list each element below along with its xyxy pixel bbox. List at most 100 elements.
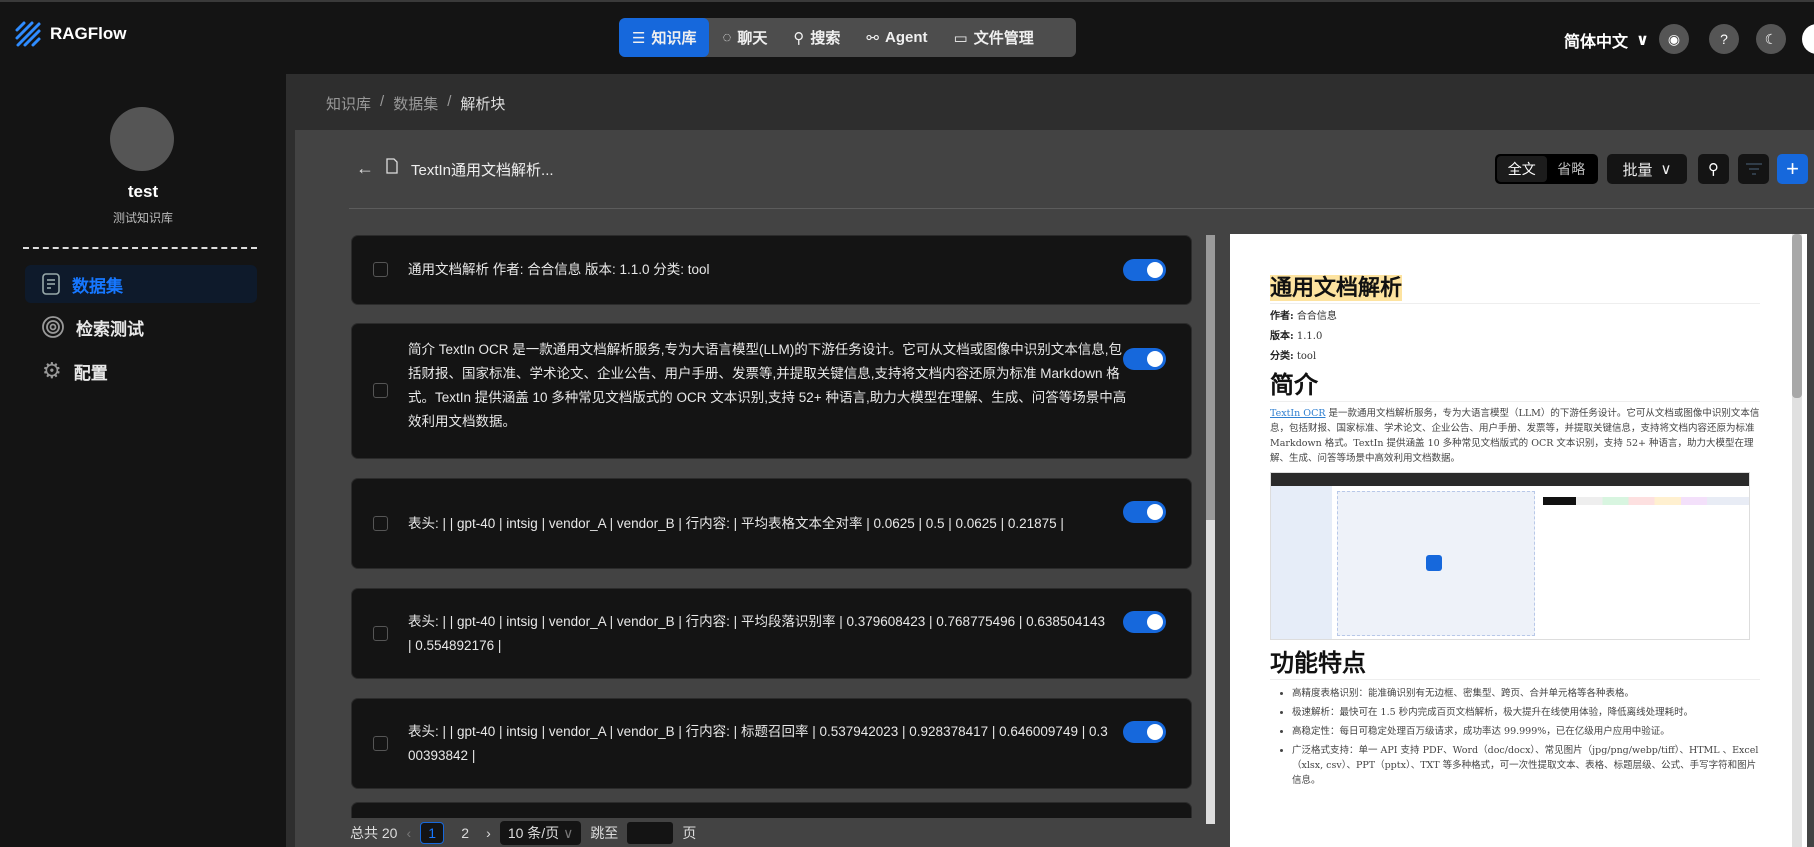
chunk-enable-toggle[interactable] — [1123, 259, 1166, 281]
category-label: 分类: — [1270, 351, 1294, 362]
pdf-file-icon — [386, 158, 398, 174]
add-chunk-button[interactable]: + — [1777, 154, 1808, 184]
batch-dropdown[interactable]: 批量 ∨ — [1607, 154, 1687, 184]
chunk-checkbox[interactable] — [373, 515, 388, 531]
total-count: 总共 20 — [350, 825, 398, 841]
nav-label: 聊天 — [737, 30, 768, 47]
feature-item: 高精度表格识别：能准确识别有无边框、密集型、跨页、合并单元格等各种表格。 — [1292, 686, 1760, 701]
divider — [349, 208, 1814, 209]
chat-icon: ◌ — [722, 29, 732, 46]
preview-title: 通用文档解析 — [1270, 274, 1760, 304]
chevron-down-icon: ∨ — [1636, 32, 1650, 49]
full-text-option[interactable]: 全文 — [1497, 156, 1547, 182]
feature-item: 广泛格式支持：单一 API 支持 PDF、Word（doc/docx）、常见图片… — [1292, 743, 1760, 788]
divider — [23, 247, 257, 249]
sidebar-item-dataset[interactable]: 数据集 — [25, 265, 257, 303]
chunk-enable-toggle[interactable] — [1123, 721, 1166, 743]
database-icon: ☰ — [632, 29, 646, 47]
logo[interactable]: RAGFlow — [14, 20, 127, 48]
sidebar: test 测试知识库 数据集 检索测试 ⚙ 配置 — [0, 74, 286, 847]
chevron-down-icon: ∨ — [1660, 161, 1672, 178]
chunk-card[interactable]: 表头: | | gpt-40 | intsig | vendor_A | ven… — [351, 588, 1192, 679]
chunk-text: 简介 TextIn OCR 是一款通用文档解析服务,专为大语言模型(LLM)的下… — [408, 342, 1127, 429]
chunk-enable-toggle[interactable] — [1123, 611, 1166, 633]
category-value: tool — [1296, 351, 1317, 362]
chunk-card[interactable]: 通用文档解析 作者: 合合信息 版本: 1.1.0 分类: tool — [351, 235, 1192, 305]
chunk-enable-toggle[interactable] — [1123, 501, 1166, 523]
nav-label: 知识库 — [651, 30, 697, 47]
target-icon — [42, 316, 64, 338]
filter-button[interactable] — [1738, 154, 1769, 184]
language-label: 简体中文 — [1564, 34, 1629, 51]
help-button[interactable]: ? — [1709, 24, 1739, 54]
page-suffix: 页 — [682, 825, 697, 841]
chunk-checkbox[interactable] — [373, 383, 388, 398]
page-size-label: 10 条/页 — [507, 825, 560, 841]
top-bar: RAGFlow ☰ 知识库 ◌ 聊天 ⚲ 搜索 ⚯ Agent ▭ 文件管理 简体中文 ∨ … — [0, 0, 1814, 74]
feature-item: 极速解析：最快可在 1.5 秒内完成百页文档解析，极大提升在线使用体验，降低离线… — [1292, 705, 1760, 720]
gear-icon: ⚙ — [42, 358, 62, 383]
nav-label: 文件管理 — [973, 30, 1034, 47]
nav-chat[interactable]: ◌ 聊天 — [709, 18, 780, 57]
plus-icon: + — [1786, 156, 1799, 181]
preview-title-text: 通用文档解析 — [1270, 275, 1403, 301]
chunk-enable-toggle[interactable] — [1123, 348, 1166, 370]
moon-icon: ☾ — [1764, 30, 1778, 47]
features-heading: 功能特点 — [1270, 648, 1760, 680]
chunk-card[interactable]: 简介 TextIn OCR 是一款通用文档解析服务,专为大语言模型(LLM)的下… — [351, 323, 1192, 459]
back-arrow-icon[interactable]: ← — [356, 158, 374, 179]
sidebar-item-settings[interactable]: ⚙ 配置 — [25, 352, 257, 390]
chunk-checkbox[interactable] — [373, 735, 388, 751]
chunk-text: 表头: | | gpt-40 | intsig | vendor_A | ven… — [408, 723, 1108, 763]
preview-category: 分类: tool — [1270, 350, 1760, 364]
kb-name: test — [127, 182, 159, 201]
folder-icon: ▭ — [953, 29, 968, 47]
view-mode-toggle: 全文 省略 — [1495, 154, 1598, 184]
theme-toggle[interactable]: ☾ — [1756, 24, 1786, 54]
app-name: RAGFlow — [50, 24, 127, 43]
scrollbar-thumb[interactable] — [1792, 234, 1802, 398]
nav-search[interactable]: ⚲ 搜索 — [780, 18, 853, 57]
search-button[interactable]: ⚲ — [1698, 154, 1729, 184]
intro-text: 是一款通用文档解析服务，专为大语言模型（LLM）的下游任务设计。它可从文档或图像… — [1270, 408, 1760, 464]
chunk-text: 表头: | | gpt-40 | intsig | vendor_A | ven… — [408, 613, 1105, 653]
nav-knowledge-base[interactable]: ☰ 知识库 — [619, 18, 710, 57]
chunk-card[interactable] — [351, 802, 1192, 818]
sidebar-item-retrieval-test[interactable]: 检索测试 — [25, 308, 257, 346]
chunk-text: 表头: | | gpt-40 | intsig | vendor_A | ven… — [408, 515, 1064, 531]
filter-icon — [1745, 163, 1762, 175]
page-2[interactable]: 2 — [453, 822, 477, 844]
sidebar-item-label: 检索测试 — [76, 319, 144, 339]
brief-option[interactable]: 省略 — [1547, 156, 1597, 182]
chunk-card[interactable]: 表头: | | gpt-40 | intsig | vendor_A | ven… — [351, 478, 1192, 569]
main-nav: ☰ 知识库 ◌ 聊天 ⚲ 搜索 ⚯ Agent ▭ 文件管理 — [619, 18, 1076, 57]
chunk-text: 通用文档解析 作者: 合合信息 版本: 1.1.0 分类: tool — [408, 262, 710, 277]
document-icon — [42, 273, 60, 295]
breadcrumb-knowledge-base[interactable]: 知识库 — [326, 93, 371, 114]
chunk-card[interactable]: 表头: | | gpt-40 | intsig | vendor_A | ven… — [351, 698, 1192, 789]
intro-heading: 简介 — [1270, 370, 1760, 402]
github-button[interactable]: ◉ — [1659, 24, 1689, 54]
breadcrumb-dataset[interactable]: 数据集 — [393, 93, 438, 114]
page-1[interactable]: 1 — [420, 822, 445, 844]
nav-agent[interactable]: ⚯ Agent — [853, 18, 940, 57]
chunk-list-scrollbar[interactable] — [1206, 235, 1215, 824]
preview-scrollbar[interactable] — [1792, 234, 1802, 847]
page-size-select[interactable]: 10 条/页 ∨ — [499, 821, 582, 845]
features-list: 高精度表格识别：能准确识别有无边框、密集型、跨页、合并单元格等各种表格。 极速解… — [1270, 686, 1760, 792]
jump-page-input[interactable] — [627, 822, 674, 844]
prev-page-icon[interactable]: ‹ — [406, 825, 411, 841]
next-page-icon[interactable]: › — [486, 825, 491, 841]
textin-ocr-link[interactable]: TextIn OCR — [1270, 408, 1326, 419]
nav-file-management[interactable]: ▭ 文件管理 — [941, 18, 1047, 57]
chunk-checkbox[interactable] — [373, 625, 388, 641]
scrollbar-thumb[interactable] — [1206, 235, 1215, 520]
breadcrumb-separator: / — [380, 93, 385, 110]
help-icon: ? — [1720, 31, 1728, 47]
jump-label: 跳至 — [590, 825, 619, 841]
breadcrumb-current: 解析块 — [460, 96, 506, 113]
chunk-checkbox[interactable] — [373, 262, 388, 277]
feature-item: 高稳定性：每日可稳定处理百万级请求，成功率达 99.999%，已在亿级用户应用中… — [1292, 724, 1760, 739]
language-select[interactable]: 简体中文 ∨ — [1564, 28, 1649, 52]
user-avatar[interactable] — [1802, 24, 1814, 54]
